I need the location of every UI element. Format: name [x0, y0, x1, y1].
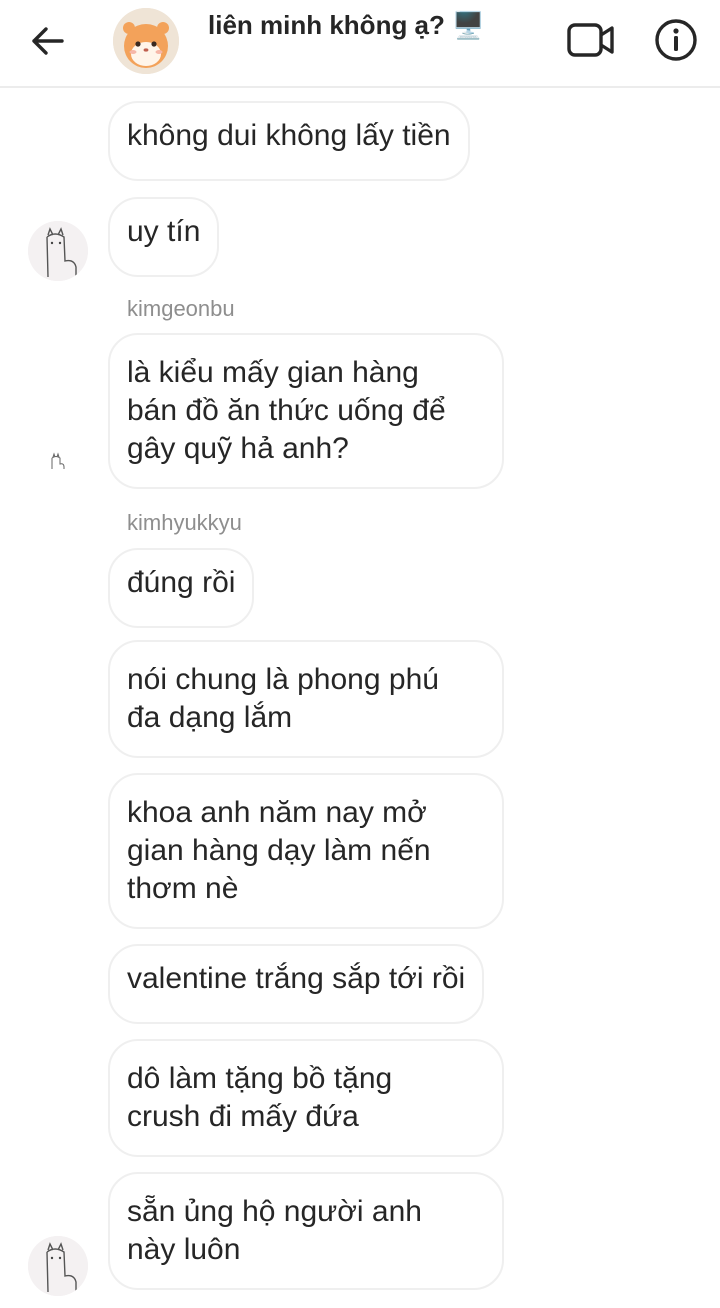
video-camera-icon [567, 23, 614, 57]
sender-name: kimgeonbu [127, 296, 235, 321]
sender-name: kimhyukkyu [127, 510, 242, 535]
video-call-button[interactable] [565, 18, 617, 62]
message-bubble[interactable]: valentine trắng sắp tới rồi [108, 944, 485, 1024]
hamster-avatar-image [113, 8, 179, 74]
message-bubble[interactable]: là kiểu mấy gian hàng bán đồ ăn thức uốn… [108, 333, 504, 489]
info-button[interactable] [652, 16, 700, 64]
message-bubble[interactable]: nói chung là phong phú đa dạng lắm [108, 640, 504, 758]
back-button[interactable] [22, 18, 72, 64]
message-bubble[interactable]: sẵn ủng hộ người anh này luôn [108, 1172, 504, 1290]
read-receipt-avatar [48, 452, 66, 470]
message-bubble[interactable]: khoa anh năm nay mở gian hàng dạy làm nế… [108, 773, 504, 929]
message-bubble[interactable]: dô làm tặng bồ tặng crush đi mấy đứa [108, 1039, 504, 1157]
message-thread[interactable]: không dui không lấy tiền uy tín kimgeonb… [0, 88, 720, 1308]
alpaca-avatar-image [28, 1236, 88, 1296]
sender-avatar[interactable] [28, 1236, 88, 1296]
alpaca-icon [51, 452, 65, 469]
conversation-title[interactable]: liên minh không ạ? 🖥️ [208, 10, 485, 41]
group-avatar[interactable] [113, 8, 179, 74]
sender-avatar[interactable] [28, 221, 88, 281]
alpaca-avatar-image [28, 221, 88, 281]
message-bubble[interactable]: không dui không lấy tiền [108, 101, 470, 181]
message-bubble[interactable]: đúng rồi [108, 548, 255, 628]
message-bubble[interactable]: uy tín [108, 197, 220, 277]
chat-header: liên minh không ạ? 🖥️ [0, 0, 720, 88]
info-icon [655, 19, 697, 61]
arrow-left-icon [32, 27, 64, 55]
